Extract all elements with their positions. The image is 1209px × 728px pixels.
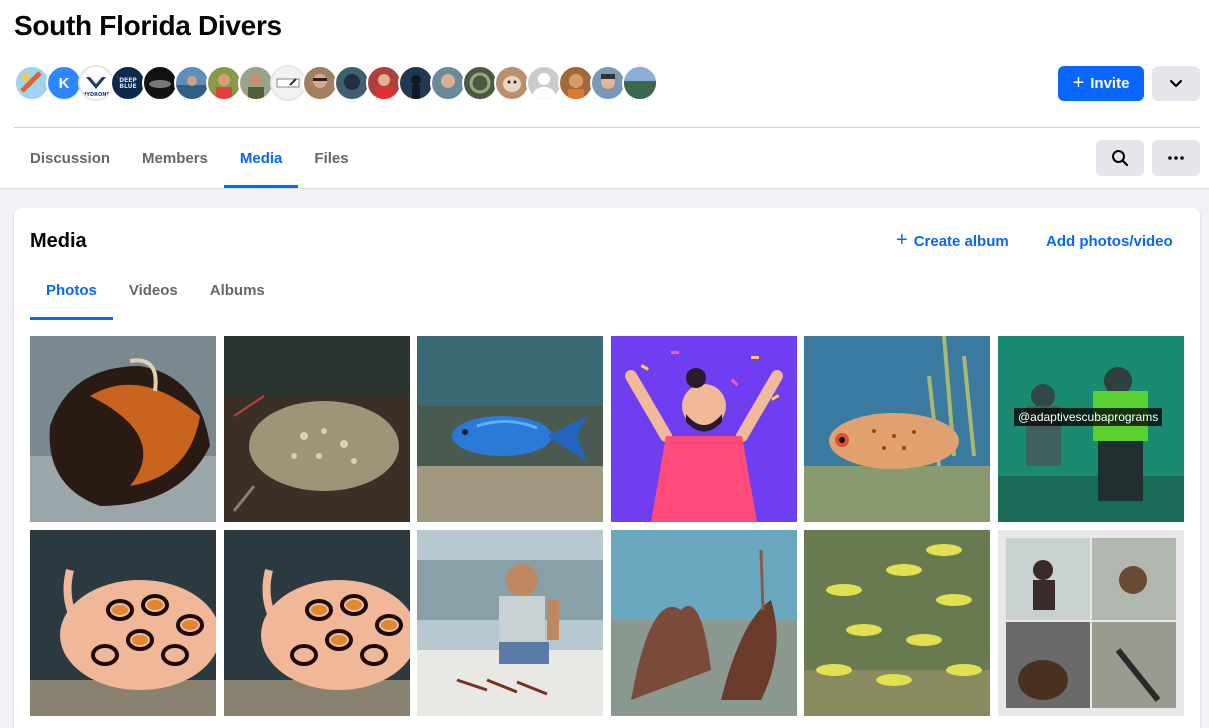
- tab-photos[interactable]: Photos: [30, 260, 113, 320]
- photo-thumbnail[interactable]: [610, 336, 797, 522]
- photo-thumbnail[interactable]: @adaptivescubaprograms: [997, 336, 1184, 522]
- invite-label: Invite: [1090, 75, 1130, 92]
- tab-videos[interactable]: Videos: [113, 260, 194, 320]
- avatar[interactable]: [174, 65, 210, 101]
- avatar[interactable]: [302, 65, 338, 101]
- avatar[interactable]: [462, 65, 498, 101]
- photo-thumbnail[interactable]: [997, 530, 1184, 716]
- member-avatars[interactable]: K HYDRONE DEEP BLUE: [14, 65, 658, 101]
- photo-thumbnail[interactable]: [804, 336, 991, 522]
- avatar[interactable]: DEEP BLUE: [110, 65, 146, 101]
- avatar[interactable]: [206, 65, 242, 101]
- chevron-down-icon: [1169, 79, 1183, 87]
- avatar[interactable]: [526, 65, 562, 101]
- svg-text:BLUE: BLUE: [119, 83, 136, 90]
- avatar[interactable]: [238, 65, 274, 101]
- media-card: Media + Create album Add photos/video Ph…: [14, 208, 1200, 728]
- photo-thumbnail[interactable]: [223, 336, 410, 522]
- avatar[interactable]: [398, 65, 434, 101]
- group-header: South Florida Divers K HYDRONE DEEP BLUE …: [0, 0, 1209, 189]
- group-nav-tabs: Discussion Members Media Files: [14, 128, 365, 188]
- photo-thumbnail[interactable]: [610, 530, 797, 716]
- tab-members[interactable]: Members: [126, 128, 224, 188]
- avatar[interactable]: [142, 65, 178, 101]
- add-photos-video-link[interactable]: Add photos/video: [1046, 233, 1173, 250]
- avatar[interactable]: [430, 65, 466, 101]
- avatar[interactable]: HYDRONE: [78, 65, 114, 101]
- avatar[interactable]: [494, 65, 530, 101]
- search-icon: [1112, 150, 1129, 167]
- create-album-label: Create album: [913, 233, 1009, 250]
- create-album-link[interactable]: + Create album: [896, 229, 1009, 251]
- avatar-initial: K: [58, 74, 70, 92]
- photo-thumbnail[interactable]: [417, 530, 604, 716]
- search-button[interactable]: [1096, 140, 1144, 176]
- plus-icon: +: [896, 229, 908, 251]
- more-icon: [1168, 156, 1184, 160]
- avatar[interactable]: [590, 65, 626, 101]
- group-title[interactable]: South Florida Divers: [14, 10, 282, 42]
- svg-text:HYDRONE: HYDRONE: [82, 92, 110, 98]
- avatar[interactable]: [14, 65, 50, 101]
- plus-icon: +: [1072, 71, 1085, 94]
- media-title: Media: [30, 230, 87, 252]
- tab-media[interactable]: Media: [223, 128, 299, 188]
- avatar[interactable]: K: [46, 65, 82, 101]
- more-options-button[interactable]: [1152, 140, 1200, 176]
- invite-button[interactable]: + Invite: [1058, 66, 1144, 101]
- photo-thumbnail[interactable]: [30, 336, 216, 522]
- avatar[interactable]: [270, 65, 306, 101]
- media-subtabs: Photos Videos Albums: [30, 260, 281, 320]
- photo-thumbnail[interactable]: [223, 530, 410, 716]
- photo-thumbnail[interactable]: [30, 530, 216, 716]
- tab-albums[interactable]: Albums: [194, 260, 281, 320]
- avatar[interactable]: [366, 65, 402, 101]
- photo-thumbnail[interactable]: [804, 530, 991, 716]
- group-options-dropdown[interactable]: [1152, 66, 1200, 101]
- photo-thumbnail[interactable]: [417, 336, 604, 522]
- avatar[interactable]: [334, 65, 370, 101]
- tab-discussion[interactable]: Discussion: [14, 128, 126, 188]
- avatar[interactable]: [558, 65, 594, 101]
- tab-files[interactable]: Files: [298, 128, 364, 188]
- photo-overlay-text: @adaptivescubaprograms: [1013, 408, 1163, 426]
- avatar[interactable]: [622, 65, 658, 101]
- photo-grid: @adaptivescubaprograms: [30, 336, 1184, 716]
